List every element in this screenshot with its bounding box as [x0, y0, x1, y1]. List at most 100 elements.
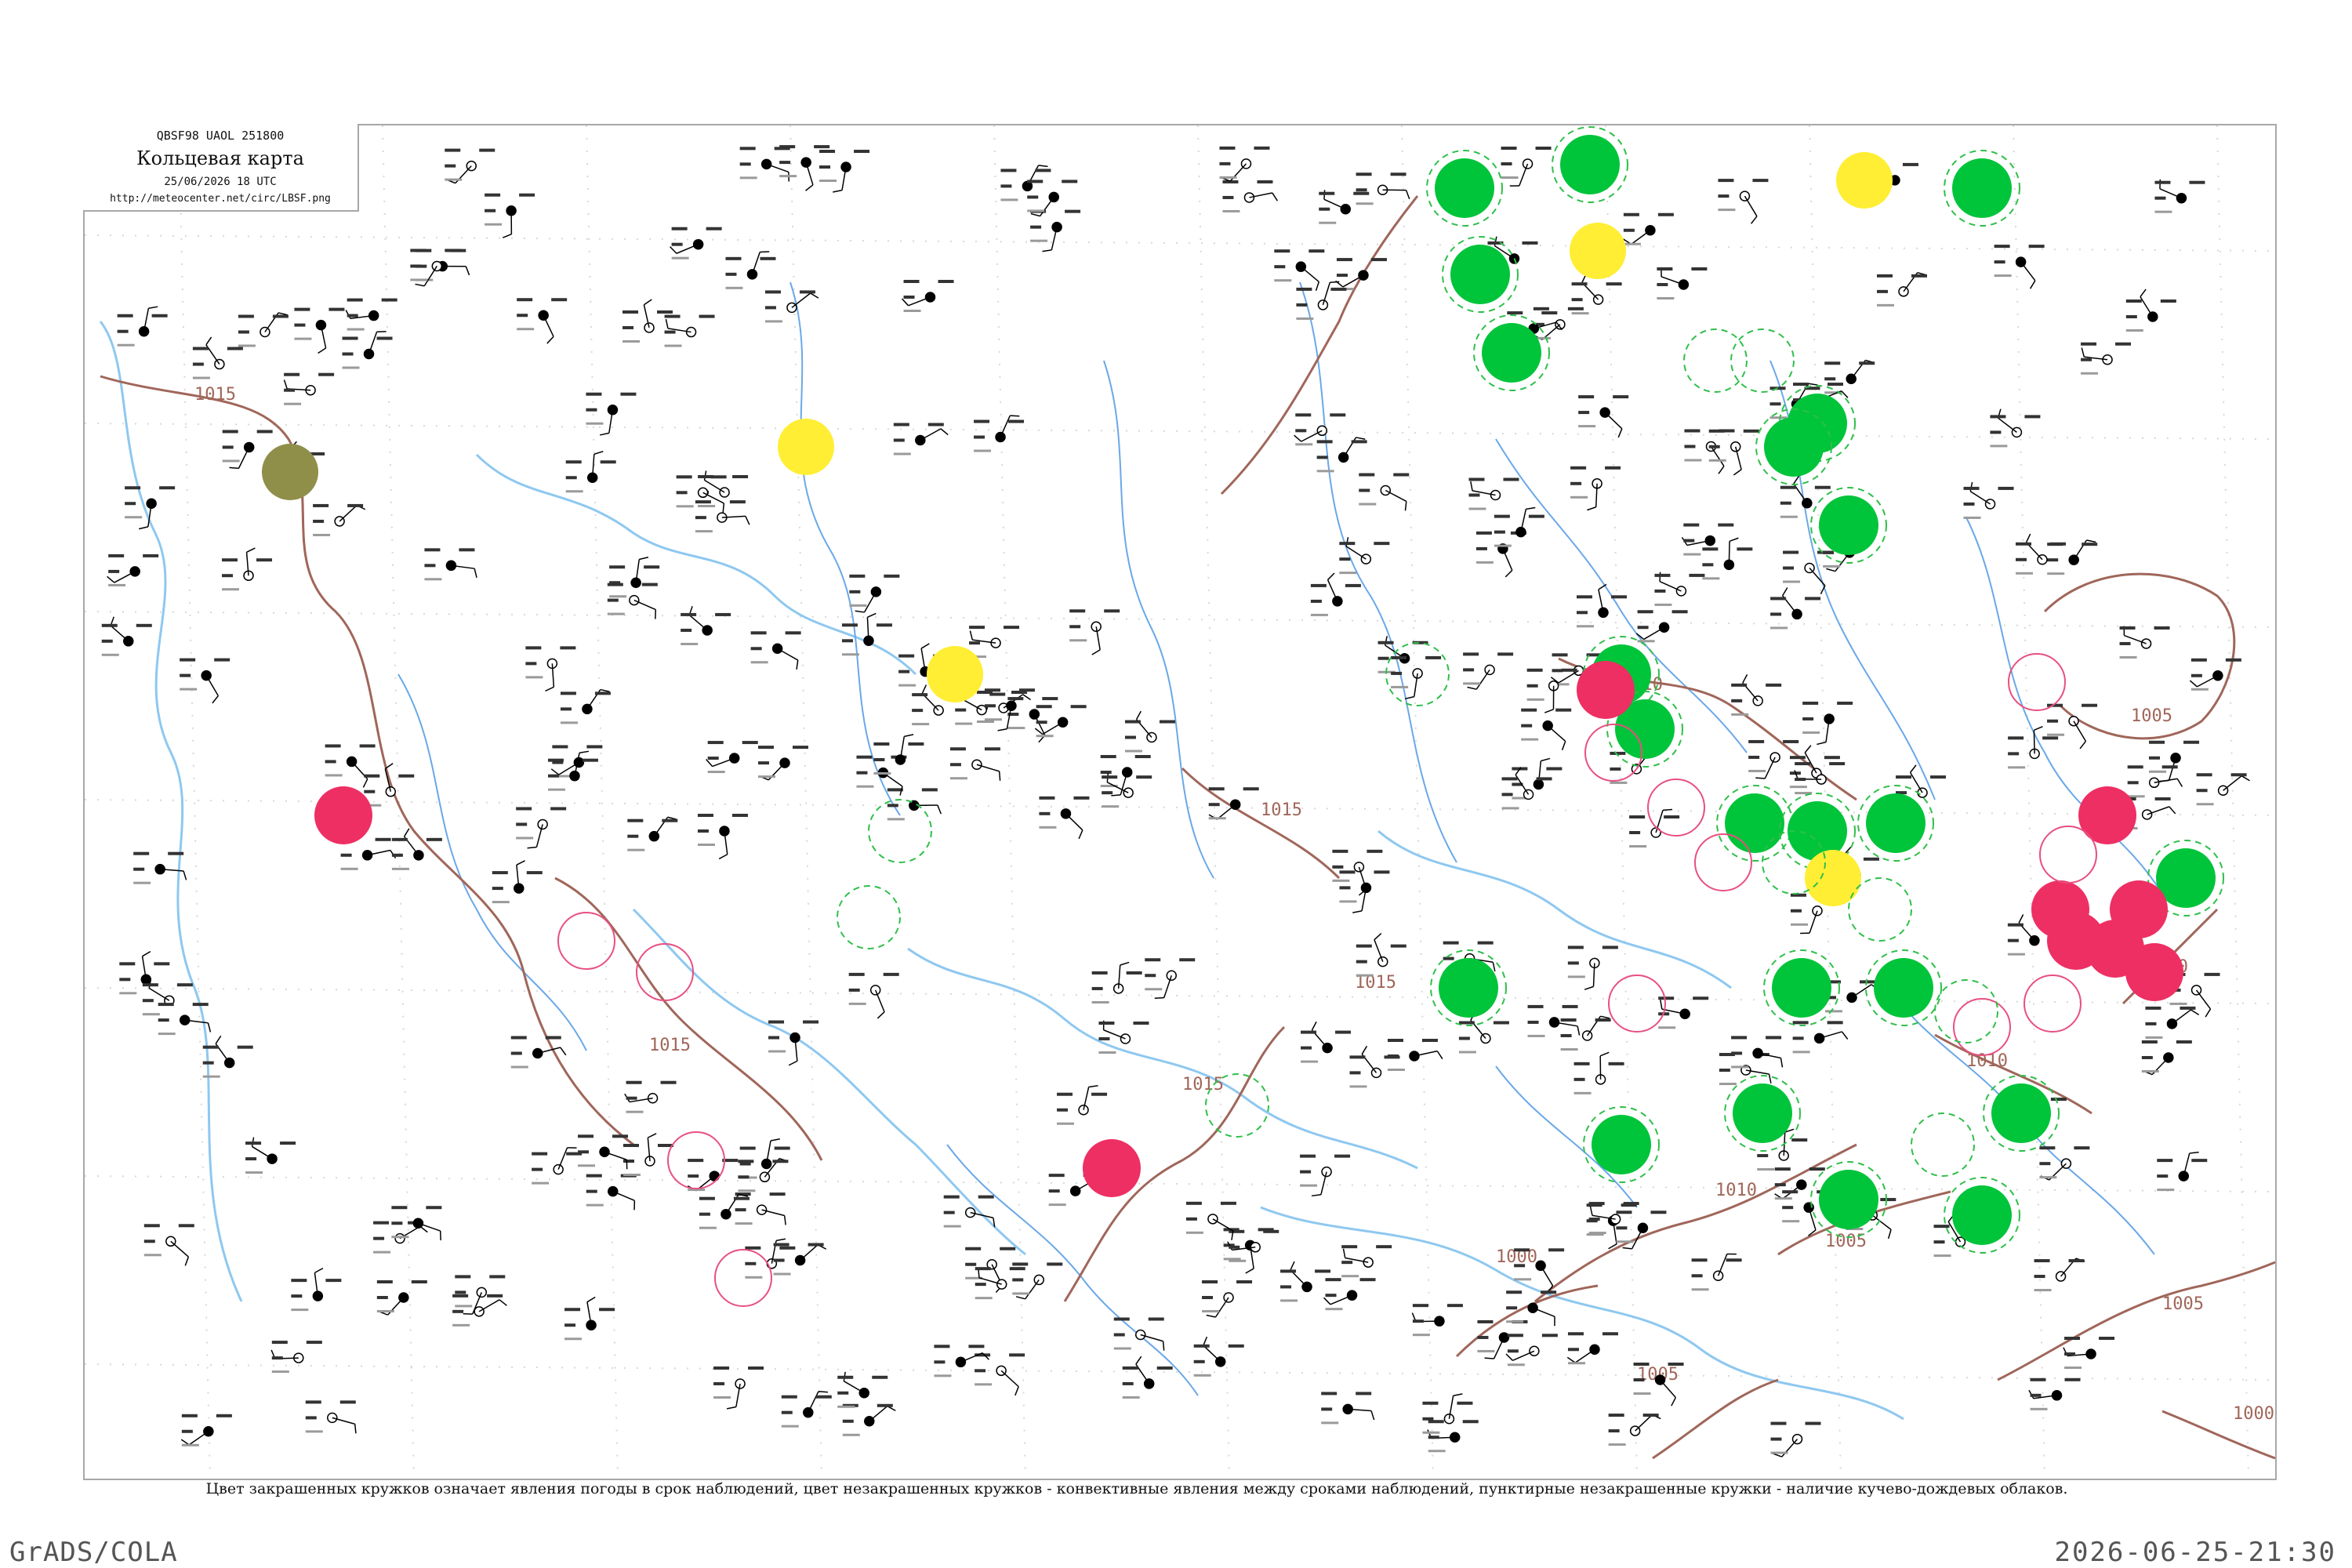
- wind-barb-feather: [1561, 741, 1566, 750]
- wind-barb: [1631, 230, 1651, 245]
- wind-barb-feather: [1733, 469, 1742, 476]
- graticule-line: [85, 799, 2275, 816]
- station-id-glyph: [735, 1222, 753, 1225]
- station-id-glyph: [1507, 1363, 1525, 1367]
- station-id-glyph: [1356, 974, 1374, 977]
- station-id-glyph: [1319, 221, 1337, 224]
- wind-barb: [543, 314, 554, 337]
- station-value-glyph: [564, 1323, 576, 1327]
- station-id-glyph: [676, 505, 694, 508]
- station-value-glyph: [1351, 440, 1367, 444]
- station-value-glyph: [578, 1150, 590, 1154]
- station-value-glyph: [1073, 796, 1090, 800]
- station-value-glyph: [725, 256, 742, 260]
- station-value-glyph: [873, 742, 890, 746]
- station-value-glyph: [142, 999, 154, 1003]
- station-value-glyph: [101, 639, 113, 643]
- wind-barb: [188, 1431, 209, 1446]
- wind-barb: [1728, 541, 1730, 565]
- station-id-glyph: [1825, 1010, 1843, 1013]
- station-value-glyph: [359, 744, 376, 748]
- wind-barb: [170, 1240, 189, 1258]
- wind-barb-feather: [1566, 1356, 1576, 1363]
- station-id-glyph: [2145, 1036, 2163, 1039]
- station-value-glyph: [623, 1144, 640, 1148]
- station-value-glyph: [1650, 1210, 1667, 1214]
- station-value-glyph: [1356, 172, 1372, 176]
- station-value-glyph: [671, 242, 683, 246]
- station-value-glyph: [1570, 481, 1582, 485]
- station-value-glyph: [532, 1167, 543, 1171]
- station-value-glyph: [551, 298, 568, 302]
- station-value-glyph: [1390, 944, 1406, 948]
- station-id-glyph: [133, 881, 151, 884]
- station-value-glyph: [2030, 1393, 2042, 1397]
- station-value-glyph: [1691, 1258, 1708, 1262]
- station-value-glyph: [1507, 1349, 1519, 1353]
- station-value-glyph: [1571, 282, 1588, 286]
- wind-barb-feather: [1793, 475, 1800, 485]
- station-value-glyph: [1145, 958, 1161, 962]
- station-value-glyph: [452, 1309, 464, 1313]
- rain-shower-marker: [1435, 158, 1494, 218]
- station-value-glyph: [2068, 1259, 2085, 1263]
- station-value-glyph: [912, 693, 928, 697]
- wind-barb-feather: [1327, 572, 1335, 581]
- wind-barb-feather: [1622, 1247, 1632, 1250]
- station-value-glyph: [1933, 1225, 1950, 1229]
- station-value-glyph: [2176, 1040, 2192, 1044]
- rain-shower-marker: [1819, 495, 1878, 555]
- station-id-glyph: [955, 722, 973, 725]
- source-url[interactable]: http://meteocenter.net/circ/LBSF.png: [83, 193, 358, 205]
- station-value-glyph: [710, 475, 727, 479]
- station-value-glyph: [2047, 719, 2059, 723]
- station-value-glyph: [1782, 1206, 1794, 1210]
- station-circle: [267, 1153, 278, 1164]
- station-value-glyph: [1069, 625, 1081, 629]
- wind-barb-feather: [665, 318, 669, 328]
- station-value-glyph: [2081, 358, 2092, 361]
- station-id-glyph: [1412, 1334, 1430, 1337]
- station-value-glyph: [510, 1036, 527, 1040]
- wind-barb-feather: [2025, 533, 2031, 543]
- station-value-glyph: [732, 475, 749, 479]
- station-value-glyph: [623, 1160, 635, 1163]
- wind-barb-feather: [833, 189, 843, 193]
- station-value-glyph: [1748, 739, 1765, 743]
- wind-barb-feather: [1817, 741, 1827, 746]
- station-value-glyph: [893, 438, 905, 442]
- station-value-glyph: [773, 1243, 789, 1247]
- station-value-glyph: [2225, 658, 2241, 662]
- station-value-glyph: [1731, 1051, 1743, 1055]
- station-value-glyph: [707, 757, 719, 760]
- station-id-glyph: [410, 278, 428, 281]
- station-value-glyph: [1008, 419, 1025, 423]
- wind-barb-feather: [314, 1267, 324, 1274]
- station-value-glyph: [1477, 1319, 1494, 1323]
- graticule-line: [586, 125, 619, 1479]
- station-id-glyph: [245, 1171, 263, 1174]
- wind-barb-feather: [107, 575, 115, 583]
- station-id-glyph: [1356, 202, 1374, 205]
- wind-barb: [1871, 1214, 1892, 1230]
- station-value-glyph: [2149, 756, 2161, 760]
- station-value-glyph: [1475, 531, 1492, 535]
- station-value-glyph: [1341, 1261, 1353, 1265]
- station-value-glyph: [256, 430, 273, 434]
- station-value-glyph: [1185, 1217, 1197, 1221]
- station-id-glyph: [664, 344, 682, 347]
- thunder-between-obs-marker: [2024, 975, 2082, 1033]
- station-value-glyph: [1774, 1183, 1786, 1187]
- wind-barb-feather: [1577, 1025, 1581, 1036]
- station-value-glyph: [168, 851, 184, 855]
- station-value-glyph: [1359, 1278, 1376, 1282]
- station-value-glyph: [1837, 701, 1853, 705]
- station-value-glyph: [2099, 1337, 2115, 1341]
- station-value-glyph: [1595, 1018, 1611, 1022]
- station-value-glyph: [373, 1221, 390, 1225]
- station-id-glyph: [1124, 750, 1142, 753]
- station-value-glyph: [1102, 791, 1113, 795]
- station-value-glyph: [119, 978, 131, 982]
- station-value-glyph: [1990, 430, 2002, 434]
- station-value-glyph: [819, 165, 831, 169]
